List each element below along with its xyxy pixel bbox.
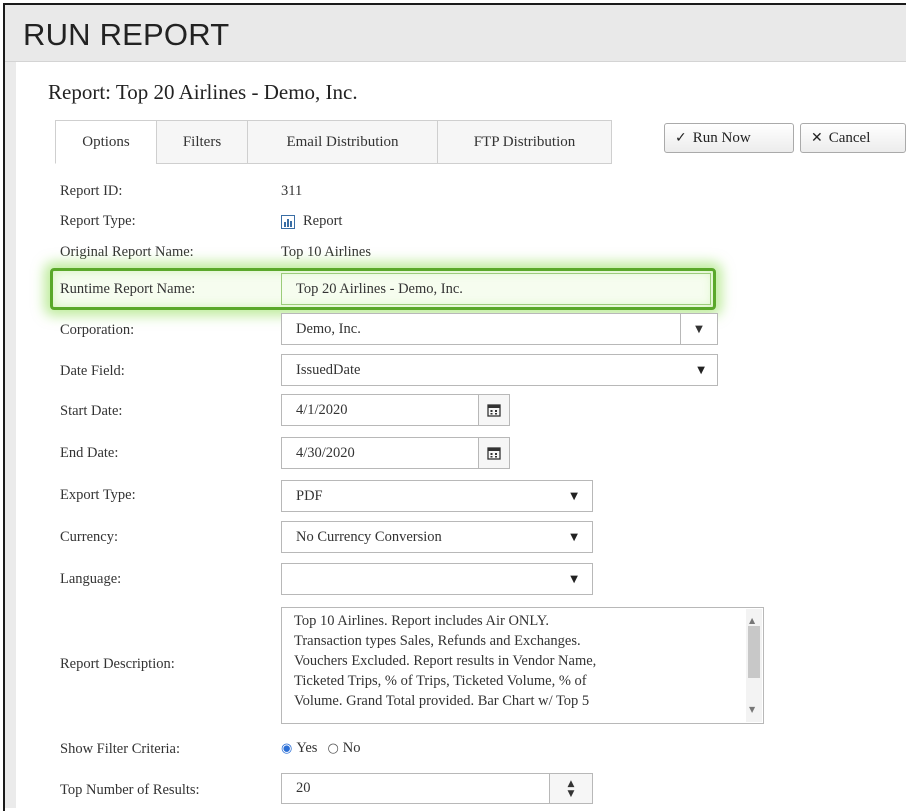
close-icon: ✕ [811,130,823,146]
start-date-calendar-button[interactable] [478,394,510,426]
tab-ftp-label: FTP Distribution [473,133,576,150]
description-line: Vouchers Excluded. Report results in Ven… [294,653,597,669]
runtime-name-label: Runtime Report Name: [60,281,196,297]
end-date-calendar-button[interactable] [478,437,510,469]
report-type-value: Report [281,213,342,230]
date-field-select[interactable]: IssuedDate ▼ [281,354,718,386]
report-type-label: Report Type: [60,213,136,229]
export-type-select[interactable]: PDF ▼ [281,480,593,512]
description-line: Volume. Grand Total provided. Bar Chart … [294,693,590,709]
currency-label: Currency: [60,529,118,545]
radio-no[interactable]: ○ [327,741,338,756]
tab-email-label: Email Distribution [286,133,399,150]
start-date-value: 4/1/2020 [296,401,348,418]
report-heading: Report: Top 20 Airlines - Demo, Inc. [48,80,358,104]
chevron-down-icon: ▼ [697,365,705,376]
report-description-textarea[interactable]: Top 10 Airlines. Report includes Air ONL… [281,607,764,724]
start-date-label: Start Date: [60,403,123,419]
radio-yes-label[interactable]: Yes [296,740,317,757]
chevron-down-icon: ▼ [695,323,703,335]
language-label: Language: [60,571,122,587]
run-now-label: Run Now [692,129,751,146]
cancel-label: Cancel [828,129,871,146]
run-now-button[interactable]: ✓ Run Now [664,123,794,153]
cancel-button[interactable]: ✕ Cancel [800,123,906,153]
report-id-label: Report ID: [60,183,123,199]
export-type-label: Export Type: [60,487,136,503]
date-field-value: IssuedDate [296,361,361,378]
decrement-icon[interactable]: ▼ [568,789,575,799]
stepper-buttons[interactable]: ▲ ▼ [549,774,592,803]
top-number-label: Top Number of Results: [60,782,200,798]
radio-yes[interactable]: ◉ [281,741,292,756]
calendar-icon [487,404,501,417]
currency-select[interactable]: No Currency Conversion ▼ [281,521,593,553]
scroll-down-icon[interactable]: ▼ [749,700,755,720]
increment-icon[interactable]: ▲ [568,779,575,789]
description-line: Ticketed Trips, % of Trips, Ticketed Vol… [294,673,587,689]
runtime-name-text: Top 20 Airlines - Demo, Inc. [296,280,463,297]
original-name-label: Original Report Name: [60,244,194,260]
tab-ftp-distribution[interactable]: FTP Distribution [437,120,612,164]
page-title: RUN REPORT [23,17,230,52]
end-date-input[interactable]: 4/30/2020 [281,437,479,469]
language-select[interactable]: ▼ [281,563,593,595]
corporation-label: Corporation: [60,322,135,338]
show-filter-label: Show Filter Criteria: [60,741,181,757]
corporation-dropdown-button[interactable]: ▼ [680,314,717,344]
export-type-value: PDF [296,487,323,504]
report-description-label: Report Description: [60,656,175,672]
runtime-name-input[interactable]: Top 20 Airlines - Demo, Inc. [281,273,711,305]
page-header: RUN REPORT [5,5,906,62]
tab-options[interactable]: Options [55,120,157,164]
corporation-value: Demo, Inc. [296,320,361,337]
chevron-down-icon: ▼ [570,574,578,585]
left-gutter [5,62,16,808]
report-id-value: 311 [281,183,303,199]
currency-value: No Currency Conversion [296,528,442,545]
description-line: Top 10 Airlines. Report includes Air ONL… [294,613,550,629]
scrollbar-thumb[interactable] [748,626,760,678]
description-scrollbar[interactable]: ▲ ▼ [746,609,762,722]
checkmark-icon: ✓ [675,130,687,146]
top-number-value: 20 [296,780,311,796]
calendar-icon [487,447,501,460]
corporation-select[interactable]: Demo, Inc. ▼ [281,313,718,345]
original-name-value: Top 10 Airlines [281,244,372,260]
tab-options-label: Options [82,133,130,150]
report-type-text: Report [303,213,343,229]
tab-email-distribution[interactable]: Email Distribution [247,120,438,164]
show-filter-radio-group: ◉ Yes ○ No [281,740,361,757]
date-field-label: Date Field: [60,363,125,379]
description-line: Transaction types Sales, Refunds and Exc… [294,633,581,649]
bar-chart-icon [281,214,295,229]
start-date-input[interactable]: 4/1/2020 [281,394,479,426]
top-number-stepper[interactable]: 20 ▲ ▼ [281,773,593,804]
chevron-down-icon: ▼ [570,532,578,543]
end-date-label: End Date: [60,445,119,461]
end-date-value: 4/30/2020 [296,444,355,461]
tab-filters-label: Filters [182,133,222,150]
tab-filters[interactable]: Filters [156,120,248,164]
radio-no-label[interactable]: No [343,740,361,757]
chevron-down-icon: ▼ [570,491,578,502]
